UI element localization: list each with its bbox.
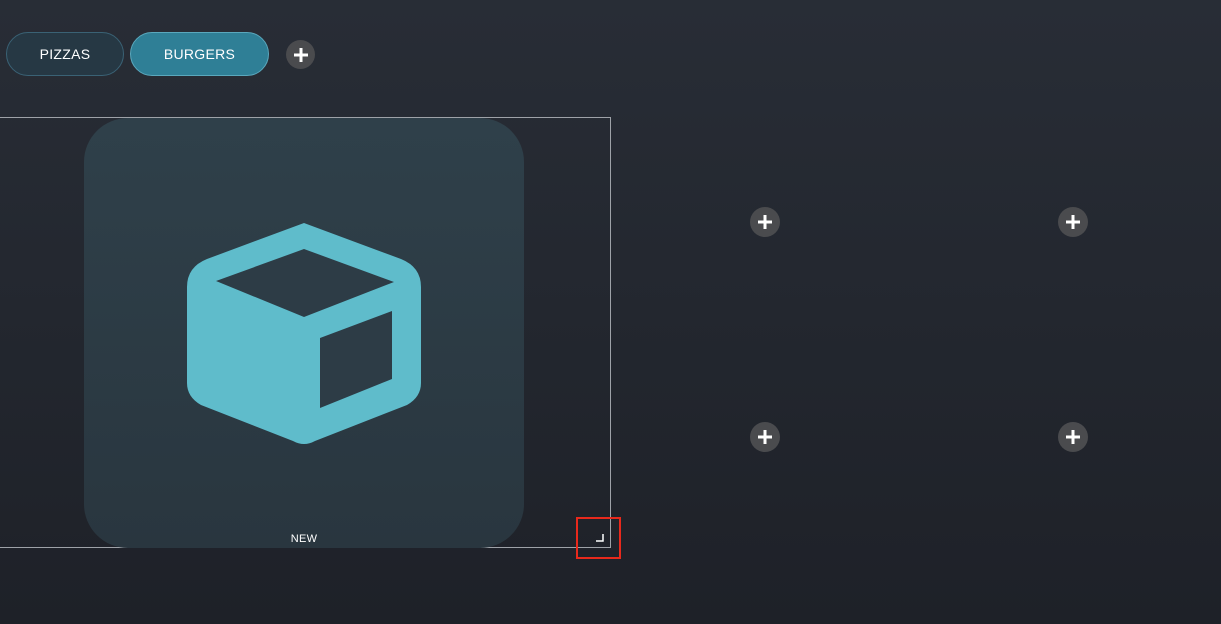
tab-burgers[interactable]: BURGERS [130, 32, 269, 76]
resize-corner-icon [596, 534, 604, 542]
add-product-button-slot-3[interactable] [750, 422, 780, 452]
tab-pizzas[interactable]: PIZZAS [6, 32, 124, 76]
plus-icon [293, 47, 308, 62]
resize-handle[interactable] [576, 517, 621, 559]
add-tab-button[interactable] [286, 40, 315, 69]
cube-icon [187, 223, 421, 444]
plus-icon [758, 430, 772, 444]
tab-pizzas-label: PIZZAS [39, 46, 91, 62]
tile-label: NEW [290, 533, 318, 545]
add-product-button-slot-4[interactable] [1058, 422, 1088, 452]
plus-icon [1066, 430, 1080, 444]
tab-burgers-label: BURGERS [163, 46, 236, 62]
plus-icon [758, 215, 772, 229]
add-product-button-slot-2[interactable] [1058, 207, 1088, 237]
product-tile-new[interactable]: NEW [84, 118, 524, 548]
plus-icon [1066, 215, 1080, 229]
add-product-button-slot-1[interactable] [750, 207, 780, 237]
